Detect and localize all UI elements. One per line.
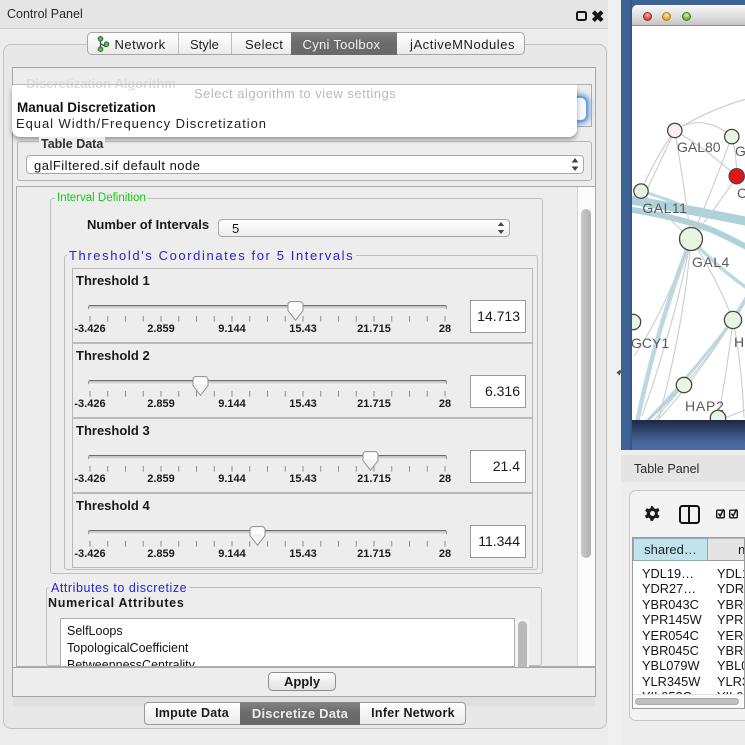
svg-text:GAL11: GAL11 [642,200,687,216]
svg-text:GAL4: GAL4 [692,254,730,270]
svg-text:C: C [737,185,745,201]
svg-text:H: H [734,334,744,350]
svg-text:GCY1: GCY1 [632,335,669,351]
svg-text:HAP2: HAP2 [685,398,725,414]
svg-text:GAL80: GAL80 [677,139,721,155]
svg-text:GA: GA [735,143,745,159]
